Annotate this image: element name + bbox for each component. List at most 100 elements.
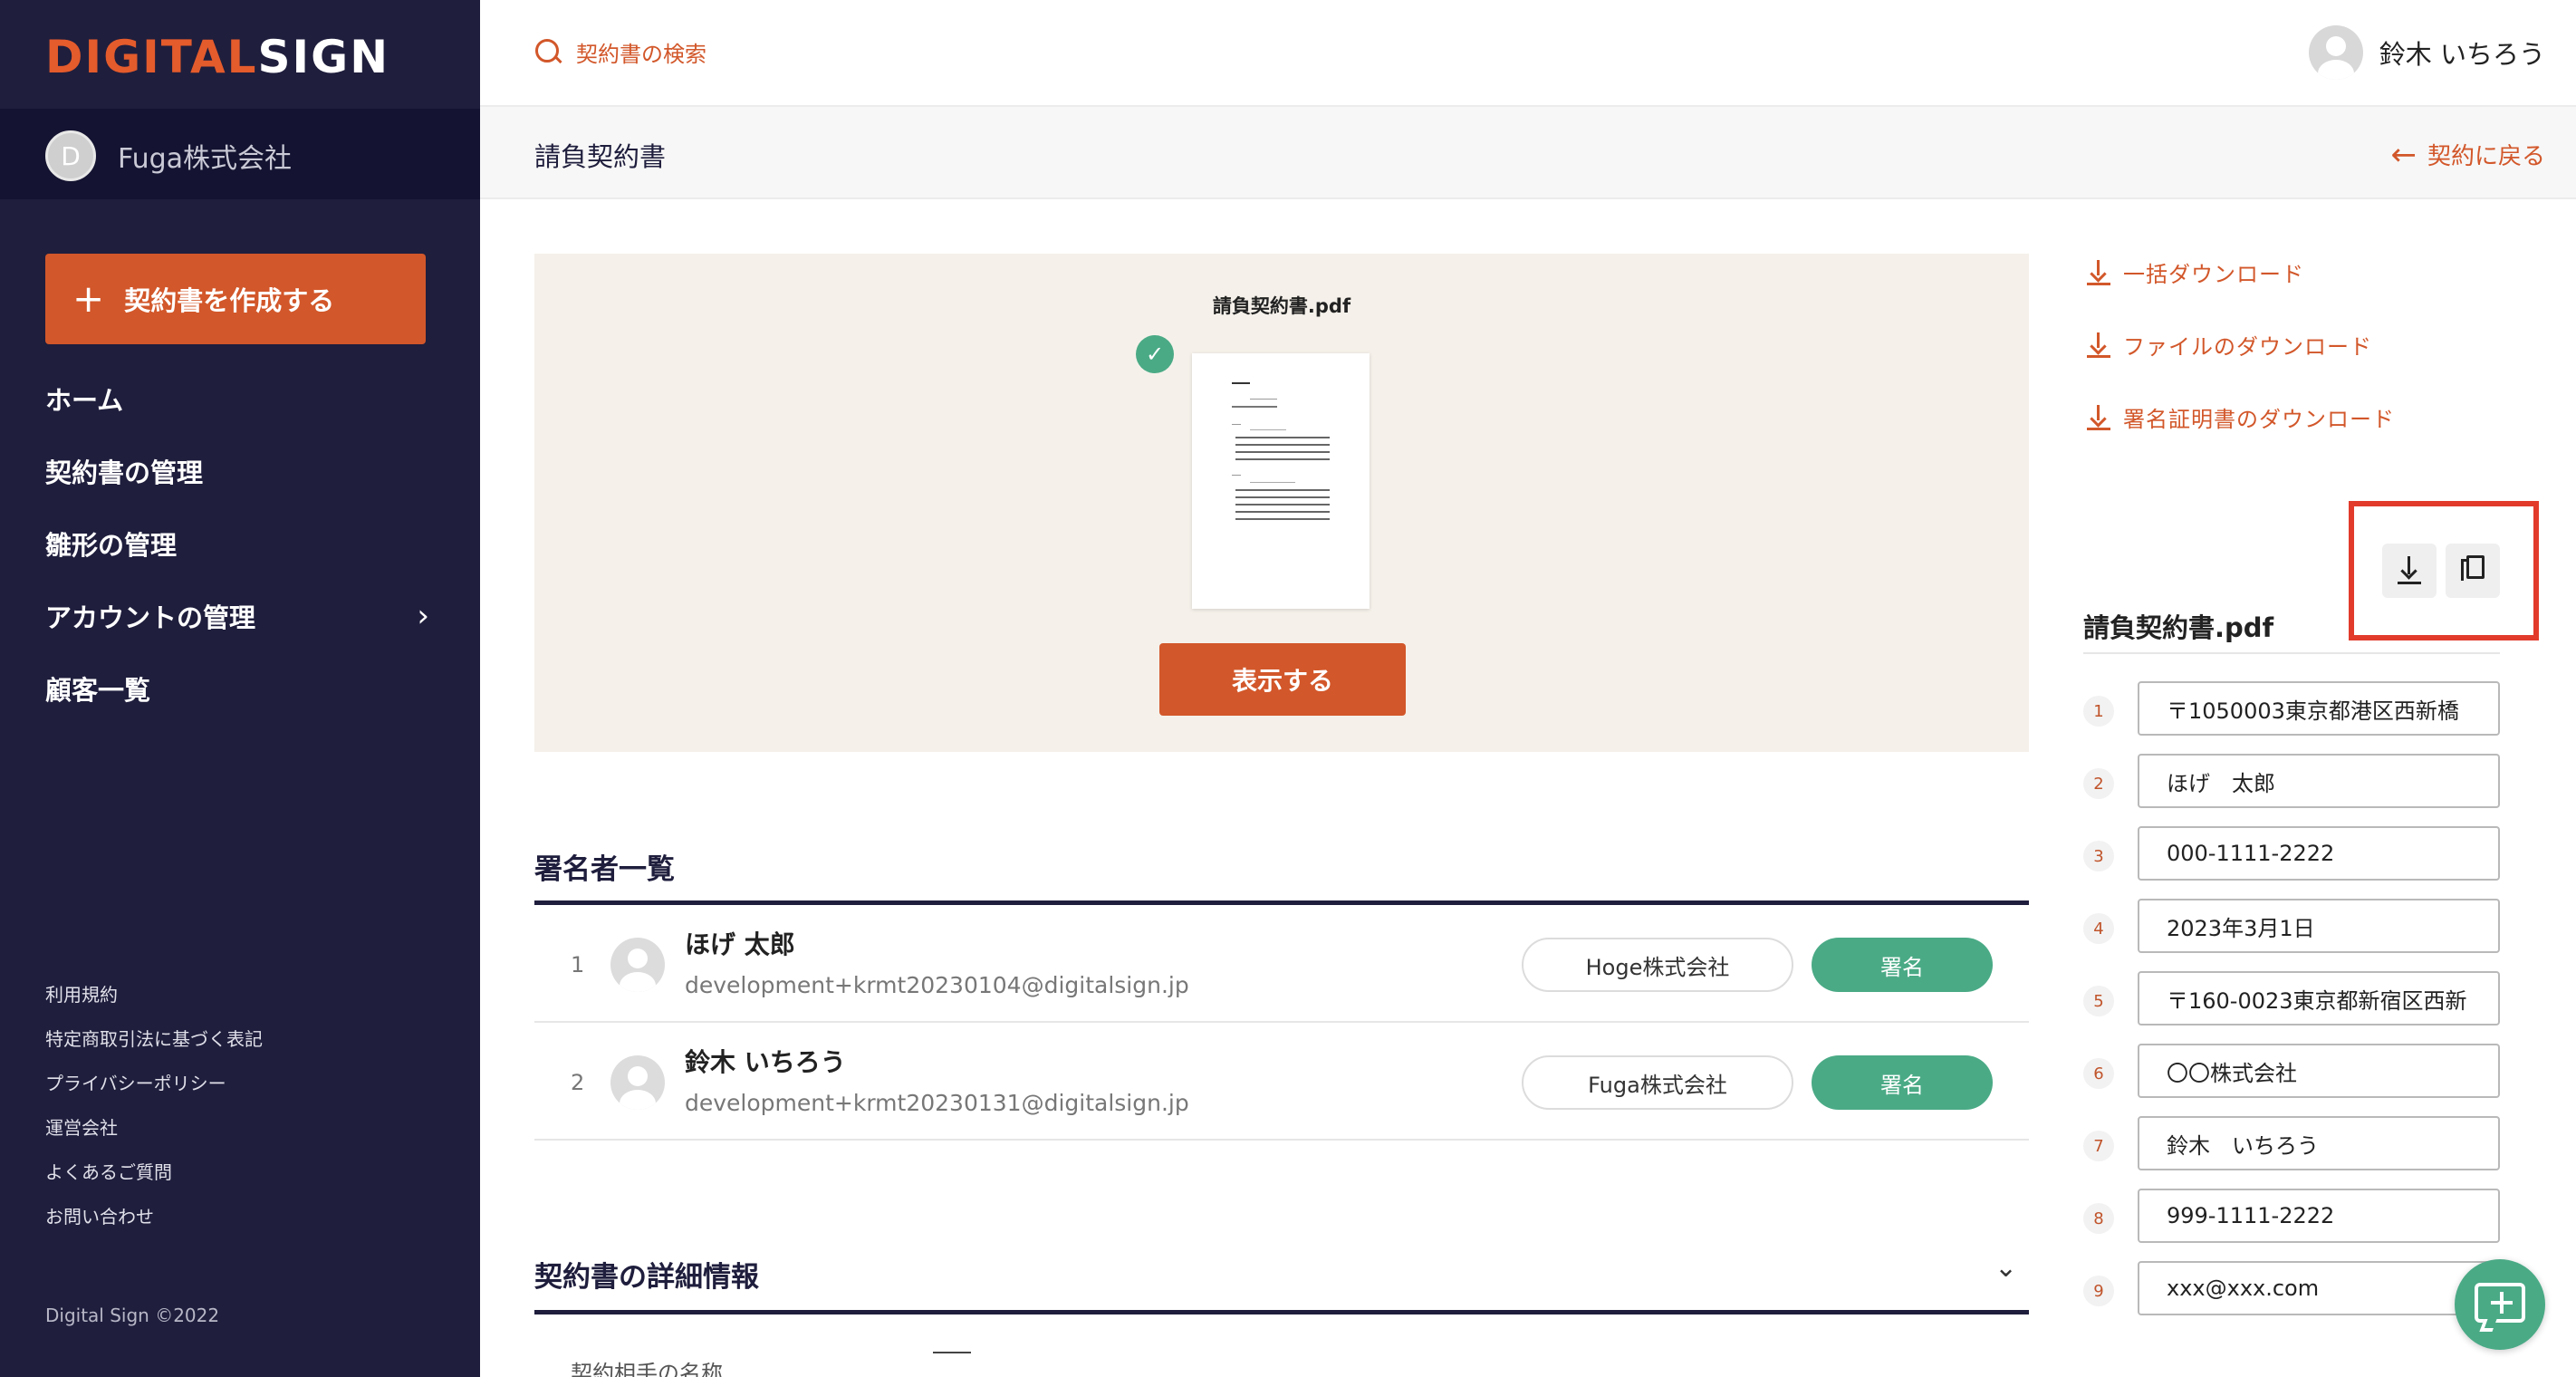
document-thumbnail[interactable] bbox=[1192, 353, 1370, 609]
details-label: 契約相手の名称 bbox=[571, 1361, 723, 1377]
create-contract-label: 契約書を作成する bbox=[124, 285, 335, 316]
create-contract-button[interactable]: + 契約書を作成する bbox=[45, 254, 426, 344]
field-number: 4 bbox=[2083, 913, 2114, 944]
company-avatar: D bbox=[45, 130, 96, 181]
field-number: 6 bbox=[2083, 1058, 2114, 1089]
logo-sign: SIGN bbox=[257, 31, 390, 83]
download-icon bbox=[2087, 259, 2110, 285]
field-row: 2 ほげ 太郎 bbox=[2083, 754, 2500, 808]
field-number: 2 bbox=[2083, 768, 2114, 799]
sidebar-item-label: ホーム bbox=[45, 385, 124, 416]
field-value[interactable]: xxx@xxx.com bbox=[2138, 1261, 2500, 1315]
sidebar-item-customers[interactable]: 顧客一覧 bbox=[45, 652, 435, 725]
sidebar: DIGITALSIGN D Fuga株式会社 + 契約書を作成する ホーム 契約… bbox=[0, 0, 480, 1377]
sidebar-item-templates[interactable]: 雛形の管理 bbox=[45, 507, 435, 580]
signer-email: development+krmt20230104@digitalsign.jp bbox=[685, 972, 1189, 998]
back-to-contract-link[interactable]: ← 契約に戻る bbox=[2390, 138, 2545, 171]
field-value[interactable]: 〒1050003東京都港区西新橋 bbox=[2138, 681, 2500, 736]
sidebar-item-accounts[interactable]: アカウントの管理 › bbox=[45, 580, 435, 652]
footer-link-privacy[interactable]: プライバシーポリシー bbox=[45, 1069, 263, 1113]
signer-name: 鈴木 いちろう bbox=[685, 1047, 846, 1077]
field-value[interactable]: ほげ 太郎 bbox=[2138, 754, 2500, 808]
field-value[interactable]: 000-1111-2222 bbox=[2138, 826, 2500, 881]
document-preview: 請負契約書.pdf ✓ 表示する bbox=[534, 254, 2029, 752]
field-value[interactable]: 〇〇株式会社 bbox=[2138, 1044, 2500, 1098]
company-switcher[interactable]: D Fuga株式会社 bbox=[0, 109, 480, 199]
field-value[interactable]: 鈴木 いちろう bbox=[2138, 1116, 2500, 1170]
field-number: 7 bbox=[2083, 1131, 2114, 1161]
field-value[interactable]: 2023年3月1日 bbox=[2138, 899, 2500, 953]
user-avatar bbox=[2308, 25, 2363, 80]
page-title: 請負契約書 bbox=[534, 141, 667, 172]
sidebar-item-label: 雛形の管理 bbox=[45, 530, 178, 561]
divider bbox=[2083, 652, 2500, 654]
download-label: 署名証明書のダウンロード bbox=[2123, 407, 2395, 432]
avatar bbox=[610, 938, 665, 992]
download-label: ファイルのダウンロード bbox=[2123, 334, 2372, 360]
download-icon bbox=[2087, 332, 2110, 358]
sidebar-item-home[interactable]: ホーム bbox=[45, 362, 435, 435]
field-row: 8 999-1111-2222 bbox=[2083, 1189, 2500, 1243]
top-header: 契約書の検索 鈴木 いちろう bbox=[480, 0, 2576, 107]
signer-name: ほげ 太郎 bbox=[685, 929, 795, 959]
company-name: Fuga株式会社 bbox=[118, 143, 293, 175]
sidebar-item-label: アカウントの管理 bbox=[45, 602, 256, 633]
search-input[interactable]: 契約書の検索 bbox=[534, 36, 706, 68]
field-row: 3 000-1111-2222 bbox=[2083, 826, 2500, 881]
chevron-right-icon: › bbox=[417, 598, 429, 634]
signer-row: 1 ほげ 太郎 development+krmt20230104@digital… bbox=[534, 905, 2029, 1023]
chat-plus-icon bbox=[2475, 1283, 2525, 1323]
field-row: 4 2023年3月1日 bbox=[2083, 899, 2500, 953]
footer-links: 利用規約 特定商取引法に基づく表記 プライバシーポリシー 運営会社 よくあるご質… bbox=[45, 980, 263, 1247]
field-value[interactable]: 〒160-0023東京都新宿区西新 bbox=[2138, 971, 2500, 1026]
footer-link-company[interactable]: 運営会社 bbox=[45, 1113, 263, 1158]
copy-fields-button[interactable] bbox=[2446, 544, 2500, 598]
download-icon bbox=[2398, 582, 2421, 584]
footer-link-terms[interactable]: 利用規約 bbox=[45, 980, 263, 1025]
highlight-frame bbox=[2349, 501, 2539, 640]
fields-file-title: 請負契約書.pdf bbox=[2083, 612, 2274, 643]
footer-link-faq[interactable]: よくあるご質問 bbox=[45, 1158, 263, 1202]
field-row: 6 〇〇株式会社 bbox=[2083, 1044, 2500, 1098]
avatar bbox=[610, 1055, 665, 1110]
status-badge: 署名 bbox=[1812, 1055, 1993, 1110]
sub-header: 請負契約書 ← 契約に戻る bbox=[480, 107, 2576, 199]
download-label: 一括ダウンロード bbox=[2123, 262, 2304, 287]
download-icon bbox=[2087, 404, 2110, 430]
preview-file-name: 請負契約書.pdf bbox=[1212, 295, 1351, 317]
field-row: 5 〒160-0023東京都新宿区西新 bbox=[2083, 971, 2500, 1026]
signer-company-badge: Hoge株式会社 bbox=[1522, 938, 1793, 992]
field-number: 8 bbox=[2083, 1203, 2114, 1234]
field-number: 5 bbox=[2083, 986, 2114, 1016]
search-icon bbox=[534, 38, 563, 67]
bulk-download-link[interactable]: 一括ダウンロード bbox=[2087, 256, 2304, 288]
user-name: 鈴木 いちろう bbox=[2379, 39, 2545, 70]
field-number: 1 bbox=[2083, 696, 2114, 727]
file-download-link[interactable]: ファイルのダウンロード bbox=[2087, 329, 2372, 361]
certificate-download-link[interactable]: 署名証明書のダウンロード bbox=[2087, 401, 2395, 433]
field-value[interactable]: 999-1111-2222 bbox=[2138, 1189, 2500, 1243]
signer-company-badge: Fuga株式会社 bbox=[1522, 1055, 1793, 1110]
sidebar-item-contracts[interactable]: 契約書の管理 bbox=[45, 435, 435, 507]
field-number: 3 bbox=[2083, 841, 2114, 871]
field-row: 9 xxx@xxx.com bbox=[2083, 1261, 2500, 1315]
footer-link-contact[interactable]: お問い合わせ bbox=[45, 1202, 263, 1247]
details-value-empty bbox=[933, 1352, 971, 1353]
show-document-button[interactable]: 表示する bbox=[1159, 643, 1406, 716]
check-icon: ✓ bbox=[1136, 335, 1174, 373]
chevron-down-icon[interactable]: ⌄ bbox=[1994, 1252, 2017, 1284]
signer-number: 1 bbox=[571, 952, 585, 977]
footer-link-commerce-law[interactable]: 特定商取引法に基づく表記 bbox=[45, 1025, 263, 1069]
arrow-left-icon: ← bbox=[2390, 136, 2417, 173]
signer-number: 2 bbox=[571, 1070, 585, 1095]
sidebar-item-label: 顧客一覧 bbox=[45, 675, 151, 706]
signer-email: development+krmt20230131@digitalsign.jp bbox=[685, 1090, 1189, 1116]
plus-icon: + bbox=[72, 276, 105, 321]
user-menu[interactable]: 鈴木 いちろう bbox=[2308, 25, 2545, 80]
details-heading: 契約書の詳細情報 bbox=[534, 1261, 759, 1294]
add-comment-button[interactable] bbox=[2455, 1259, 2545, 1350]
search-placeholder: 契約書の検索 bbox=[576, 42, 706, 67]
signers-heading: 署名者一覧 bbox=[534, 853, 675, 886]
download-fields-button[interactable] bbox=[2382, 544, 2437, 598]
digitalsign-logo[interactable]: DIGITALSIGN bbox=[45, 31, 389, 83]
